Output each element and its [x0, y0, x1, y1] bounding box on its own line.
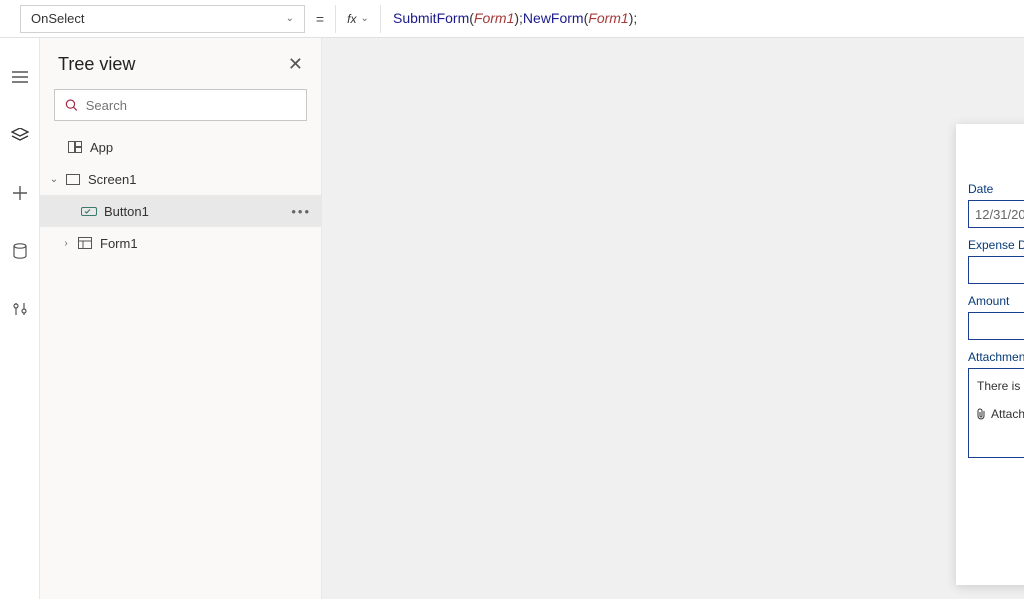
tree-item-screen1[interactable]: ⌄ Screen1 — [40, 163, 321, 195]
data-icon[interactable] — [10, 242, 30, 260]
equals-label: = — [305, 11, 335, 27]
layers-icon[interactable] — [10, 126, 30, 144]
tree-item-button1[interactable]: Button1 ••• — [40, 195, 321, 227]
attachments-empty-text: There is nothing attached. — [969, 369, 1024, 403]
amount-input[interactable] — [968, 312, 1024, 340]
tree-item-label: Button1 — [104, 204, 149, 219]
left-rail — [0, 38, 40, 599]
phone-surface: Date 12/31/2001 Expense Details Amount A… — [956, 124, 1024, 585]
chevron-right-icon[interactable]: › — [60, 238, 72, 249]
formula-ctl: Form1 — [588, 10, 628, 26]
main-area: Tree view ✕ App ⌄ Screen1 — [0, 38, 1024, 599]
app-icon — [66, 141, 84, 153]
formula-input[interactable]: SubmitForm(Form1);NewForm(Form1); — [381, 10, 637, 28]
formula-fn: NewForm — [523, 10, 584, 26]
design-canvas[interactable]: Date 12/31/2001 Expense Details Amount A… — [322, 38, 1024, 599]
screen-icon — [64, 174, 82, 185]
fx-button[interactable]: fx ⌄ — [335, 5, 381, 33]
tree-view-header: Tree view ✕ — [40, 38, 321, 89]
fx-label: fx — [347, 12, 356, 26]
close-icon[interactable]: ✕ — [288, 54, 303, 75]
tree-item-label: App — [90, 140, 113, 155]
form1-preview: Date 12/31/2001 Expense Details Amount A… — [968, 172, 1024, 458]
date-field: 12/31/2001 — [968, 200, 1024, 228]
formula-ctl: Form1 — [474, 10, 514, 26]
tree-item-label: Screen1 — [88, 172, 136, 187]
chevron-down-icon[interactable]: ⌄ — [48, 174, 60, 185]
more-icon[interactable]: ••• — [291, 204, 311, 219]
tree-search[interactable] — [54, 89, 307, 121]
attach-file-button[interactable]: Attach file — [969, 403, 1024, 425]
chevron-down-icon: ⌄ — [286, 13, 294, 24]
expense-input[interactable] — [968, 256, 1024, 284]
chevron-down-icon: ⌄ — [360, 13, 368, 24]
amount-label: Amount — [968, 294, 1024, 308]
tree-view-panel: Tree view ✕ App ⌄ Screen1 — [40, 38, 322, 599]
paperclip-icon — [977, 408, 987, 420]
expense-label: Expense Details — [968, 238, 1024, 252]
date-input[interactable]: 12/31/2001 — [968, 200, 1024, 228]
hamburger-icon[interactable] — [10, 68, 30, 86]
form-icon — [76, 237, 94, 249]
search-icon — [65, 98, 78, 112]
formula-bar: OnSelect ⌄ = fx ⌄ SubmitForm(Form1);NewF… — [0, 0, 1024, 38]
plus-icon[interactable] — [10, 184, 30, 202]
attach-file-label: Attach file — [991, 407, 1024, 421]
tree-item-app[interactable]: App — [40, 131, 321, 163]
property-select[interactable]: OnSelect ⌄ — [20, 5, 305, 33]
button-icon — [80, 205, 98, 217]
tree-item-label: Form1 — [100, 236, 138, 251]
formula-fn: SubmitForm — [393, 10, 469, 26]
tree-item-form1[interactable]: › Form1 — [40, 227, 321, 259]
attachments-label: Attachments — [968, 350, 1024, 364]
date-placeholder: 12/31/2001 — [975, 207, 1024, 222]
tree-search-input[interactable] — [86, 98, 296, 113]
property-select-value: OnSelect — [31, 11, 84, 26]
tree-view-title: Tree view — [58, 54, 135, 75]
attachments-box[interactable]: There is nothing attached. Attach file — [968, 368, 1024, 458]
settings-icon[interactable] — [10, 300, 30, 318]
date-label: Date — [968, 182, 1024, 196]
